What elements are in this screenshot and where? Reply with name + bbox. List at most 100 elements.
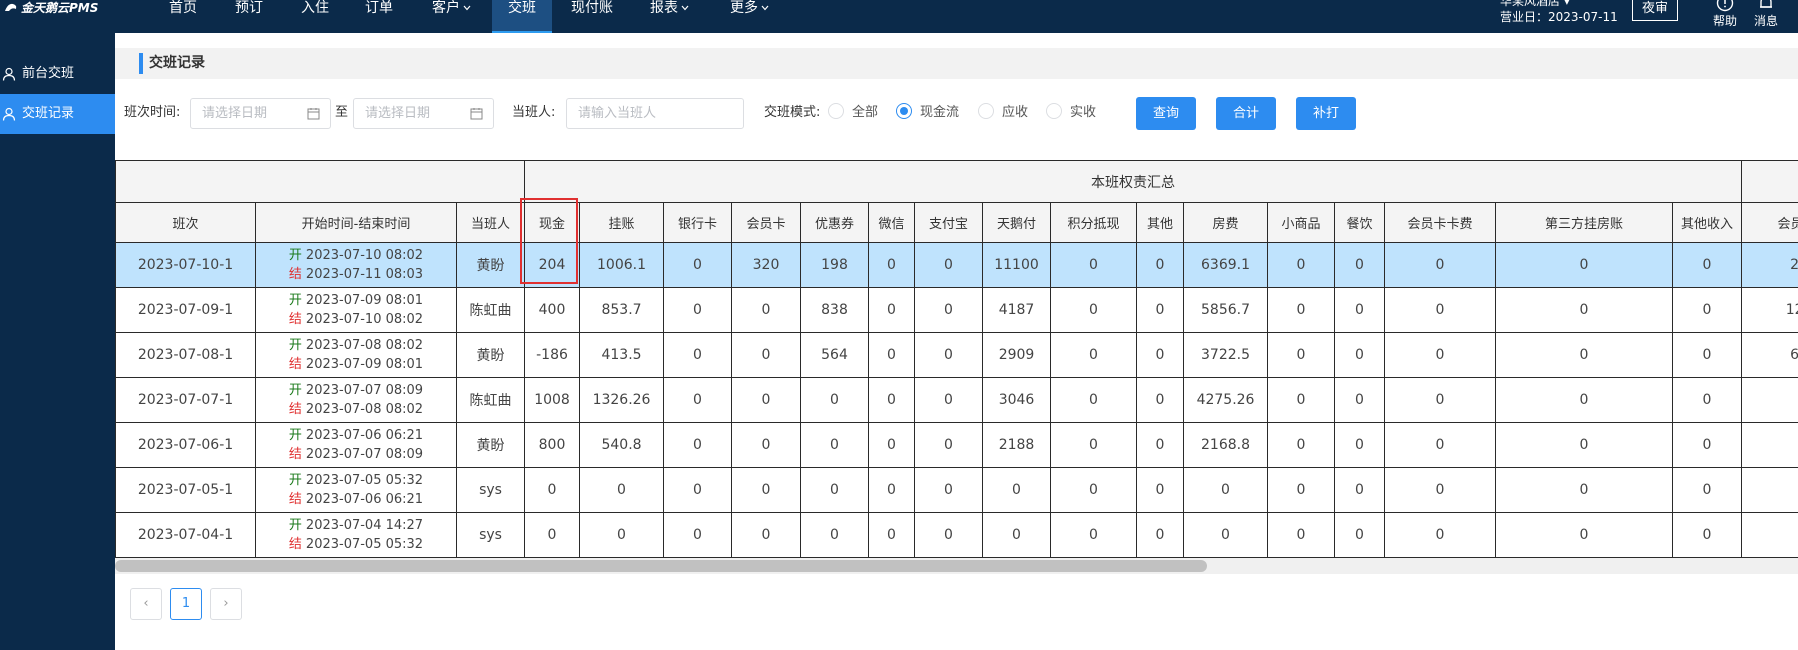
value-cell: 0 bbox=[1384, 467, 1497, 513]
table-row[interactable]: 2023-07-07-1 开 2023-07-07 08:09 结 2023-07-08… bbox=[115, 377, 1798, 423]
value-cell: 0 bbox=[1672, 512, 1743, 558]
value-cell: 0 bbox=[1495, 467, 1674, 513]
close-tag: 结 bbox=[288, 312, 302, 327]
value-cell: 0 bbox=[1334, 377, 1386, 423]
column-header: 现金 bbox=[524, 202, 581, 243]
value-cell: 0 bbox=[1334, 332, 1386, 378]
value-cell: 0 bbox=[1136, 242, 1185, 288]
mode-radio-received[interactable]: 实收 bbox=[1046, 102, 1096, 124]
value-cell: 0 bbox=[868, 242, 916, 288]
value-cell: 0 bbox=[1495, 422, 1674, 468]
value-cell: 2168.8 bbox=[1183, 422, 1269, 468]
table-row[interactable]: 2023-07-08-1 开 2023-07-08 08:02 结 2023-07-09… bbox=[115, 332, 1798, 378]
person-cell: 黄盼 bbox=[455, 332, 526, 378]
open-tag: 开 bbox=[288, 428, 302, 443]
nav-orders[interactable]: 订单 bbox=[356, 0, 402, 33]
night-audit-button[interactable]: 夜审 bbox=[1632, 0, 1678, 21]
end-time: 2023-07-08 08:02 bbox=[305, 402, 424, 417]
help-button[interactable]: 帮助 bbox=[1705, 0, 1745, 29]
value-cell: 0 bbox=[868, 377, 916, 423]
value-cell: 5856.7 bbox=[1183, 287, 1269, 333]
table-row[interactable]: 2023-07-06-1 开 2023-07-06 06:21 结 2023-07-07… bbox=[115, 422, 1798, 468]
nav-shift-handover[interactable]: 交班 bbox=[492, 0, 552, 33]
value-cell: 0 bbox=[1136, 422, 1185, 468]
end-time-line: 结 2023-07-09 08:01 bbox=[257, 355, 456, 374]
total-button[interactable]: 合计 bbox=[1216, 97, 1276, 130]
value-cell: 0 bbox=[1136, 287, 1185, 333]
value-cell: 0 bbox=[663, 377, 733, 423]
column-header: 会员充值 bbox=[1741, 202, 1798, 243]
handover-table-container[interactable]: 本班权责汇总 班次 开始时间-结束时间 当班人 现金 挂账 银行卡 会员卡 优惠券 微信 支付宝天… bbox=[115, 160, 1798, 560]
nav-reservation[interactable]: 预订 bbox=[226, 0, 272, 33]
value-cell: 0 bbox=[1741, 512, 1798, 558]
value-cell: 2909 bbox=[982, 332, 1052, 378]
start-time-line: 开 2023-07-10 08:02 bbox=[257, 246, 456, 265]
mode-radio-all[interactable]: 全部 bbox=[828, 102, 878, 124]
value-cell: 0 bbox=[524, 467, 581, 513]
value-cell: 0 bbox=[1495, 512, 1674, 558]
end-time: 2023-07-06 06:21 bbox=[305, 492, 424, 507]
nav-checkin[interactable]: 入住 bbox=[292, 0, 338, 33]
mode-radio-receivable[interactable]: 应收 bbox=[978, 102, 1028, 124]
sidebar: 前台交班 交班记录 bbox=[0, 33, 115, 650]
sidebar-item-front-desk-handover[interactable]: 前台交班 bbox=[0, 54, 115, 94]
value-cell: 0 bbox=[1672, 422, 1743, 468]
messages-button[interactable]: 消息 bbox=[1746, 0, 1786, 29]
value-cell: 0 bbox=[868, 422, 916, 468]
start-time: 2023-07-09 08:01 bbox=[305, 293, 424, 308]
app-logo[interactable]: 金天鹅云PMS bbox=[4, 0, 98, 17]
mode-radio-cash-flow[interactable]: 现金流 bbox=[896, 102, 959, 124]
nav-reports[interactable]: 报表 bbox=[640, 0, 700, 33]
end-date-input[interactable]: 请选择日期 bbox=[353, 98, 494, 129]
column-header: 开始时间-结束时间 bbox=[255, 202, 457, 243]
time-range-cell: 开 2023-07-08 08:02 结 2023-07-09 08:01 bbox=[255, 332, 457, 378]
column-header: 银行卡 bbox=[663, 202, 733, 243]
value-cell: 0 bbox=[731, 332, 802, 378]
start-date-input[interactable]: 请选择日期 bbox=[190, 98, 331, 129]
horizontal-scrollbar[interactable] bbox=[115, 558, 1798, 574]
scrollbar-thumb[interactable] bbox=[115, 560, 1207, 572]
value-cell: 1006.1 bbox=[579, 242, 665, 288]
value-cell: 0 bbox=[800, 467, 870, 513]
sidebar-item-handover-records[interactable]: 交班记录 bbox=[0, 94, 115, 134]
value-cell: 0 bbox=[800, 512, 870, 558]
value-cell: 0 bbox=[800, 422, 870, 468]
value-cell: 0 bbox=[663, 422, 733, 468]
nav-customers[interactable]: 客户 bbox=[422, 0, 482, 33]
group-header-extra bbox=[1741, 160, 1798, 203]
nav-cash-account[interactable]: 现付账 bbox=[562, 0, 622, 33]
user-icon bbox=[2, 107, 16, 121]
table-row[interactable]: 2023-07-05-1 开 2023-07-05 05:32 结 2023-07-06… bbox=[115, 467, 1798, 513]
page-title-bar: 交班记录 bbox=[115, 48, 1798, 79]
person-cell: 黄盼 bbox=[455, 242, 526, 288]
time-range-cell: 开 2023-07-05 05:32 结 2023-07-06 06:21 bbox=[255, 467, 457, 513]
reprint-button[interactable]: 补打 bbox=[1296, 97, 1356, 130]
value-cell: 0 bbox=[914, 422, 984, 468]
value-cell: 0 bbox=[1334, 242, 1386, 288]
end-time: 2023-07-09 08:01 bbox=[305, 357, 424, 372]
bell-icon bbox=[1760, 0, 1772, 8]
person-cell: 陈虹曲 bbox=[455, 287, 526, 333]
table-row[interactable]: 2023-07-09-1 开 2023-07-09 08:01 结 2023-07-10… bbox=[115, 287, 1798, 333]
to-label: 至 bbox=[335, 105, 349, 120]
chevron-down-icon bbox=[463, 5, 471, 11]
value-cell: 1200 bbox=[1741, 287, 1798, 333]
pagination-next-button[interactable]: › bbox=[210, 588, 242, 620]
pagination-prev-button[interactable]: ‹ bbox=[130, 588, 162, 620]
open-tag: 开 bbox=[288, 518, 302, 533]
nav-more[interactable]: 更多 bbox=[720, 0, 780, 33]
table-row[interactable]: 2023-07-04-1 开 2023-07-04 14:27 结 2023-07-05… bbox=[115, 512, 1798, 558]
shift-cell: 2023-07-10-1 bbox=[115, 242, 256, 288]
query-button[interactable]: 查询 bbox=[1136, 97, 1196, 130]
pagination-page-1[interactable]: 1 bbox=[170, 588, 202, 620]
nav-home[interactable]: 首页 bbox=[160, 0, 206, 33]
end-time-line: 结 2023-07-07 08:09 bbox=[257, 445, 456, 464]
column-header: 天鹅付 bbox=[982, 202, 1052, 243]
value-cell: 1326.26 bbox=[579, 377, 665, 423]
shift-cell: 2023-07-06-1 bbox=[115, 422, 256, 468]
column-header: 优惠券 bbox=[800, 202, 870, 243]
column-header: 支付宝 bbox=[914, 202, 984, 243]
person-input[interactable]: 请输入当班人 bbox=[566, 98, 744, 129]
value-cell: 0 bbox=[1050, 242, 1138, 288]
table-row[interactable]: 2023-07-10-1 开 2023-07-10 08:02 结 2023-07-11… bbox=[115, 242, 1798, 288]
